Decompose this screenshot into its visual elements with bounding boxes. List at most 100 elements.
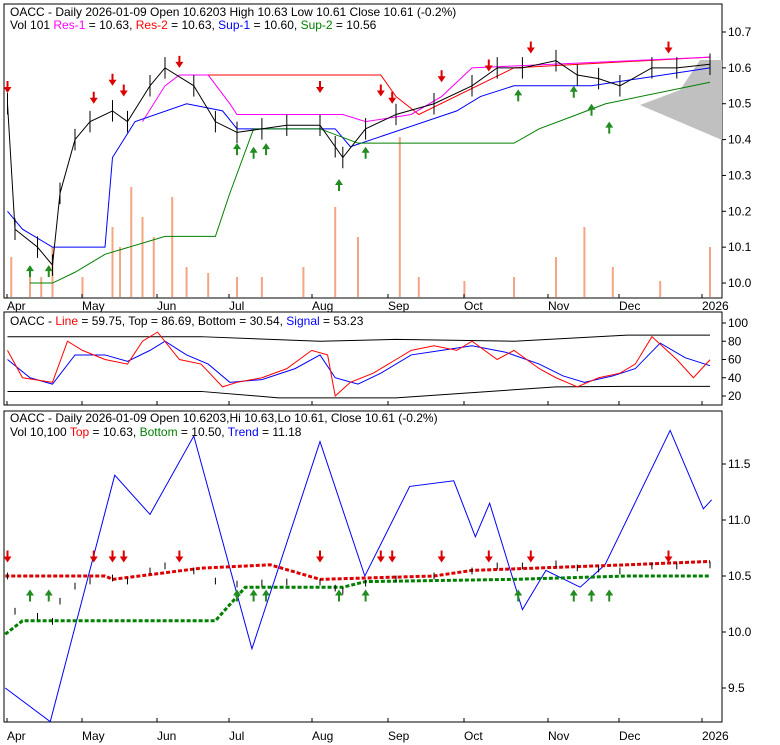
res2-label: Res-2 — [136, 18, 168, 32]
up-arrow-icon — [335, 589, 343, 602]
down-arrow-icon — [108, 550, 117, 563]
volume-bar — [40, 277, 43, 297]
x-tick-label: Oct — [464, 299, 483, 313]
down-arrow-icon — [664, 550, 673, 563]
trend-header-line2: Vol 10,100 Top = 10.63, Bottom = 10.50, … — [10, 425, 302, 439]
x-tick-label: Jun — [157, 299, 176, 313]
y-tick-label: 10.4 — [728, 133, 752, 147]
res1-line — [142, 56, 711, 123]
down-arrow-icon — [108, 73, 117, 86]
oscillator-header: OACC - Line = 59.75, Top = 86.69, Bottom… — [10, 314, 364, 328]
sup1-value: = 10.60, — [250, 18, 300, 32]
y-tick-label: 10.5 — [728, 97, 752, 111]
volume-bar — [555, 257, 557, 297]
up-arrow-icon — [569, 85, 578, 98]
volume-bar — [111, 227, 114, 297]
volume-bar — [130, 187, 133, 297]
volume-bar — [141, 217, 144, 297]
up-arrow-icon — [335, 179, 343, 192]
down-arrow-icon — [316, 550, 324, 563]
volume-bar — [207, 273, 210, 297]
chart-canvas: 10.7 10.6 10.5 10.4 10.3 10.2 10.1 10.0 Apr May Ju… — [3, 3, 752, 743]
volume-bar — [398, 137, 401, 297]
up-arrow-icon — [605, 589, 614, 602]
vol-text: Vol 101 — [10, 18, 53, 32]
volume-bar — [236, 277, 238, 297]
y-tick-label: 40 — [728, 371, 742, 385]
x-tick-label: Apr — [7, 729, 26, 743]
y-tick-label: 11.5 — [728, 457, 751, 471]
price-header-line2: Vol 101 Res-1 = 10.63, Res-2 = 10.63, Su… — [10, 18, 377, 32]
up-arrow-icon — [26, 265, 34, 278]
trend-trend-label: Trend — [228, 425, 259, 439]
price-header-line1: OACC - Daily 2026-01-09 Open 10.6203 Hig… — [10, 5, 456, 19]
down-arrow-icon — [376, 84, 385, 97]
volume-bar — [334, 207, 337, 297]
x-tick-label: Aug — [312, 299, 333, 313]
y-tick-label: 10.0 — [728, 625, 752, 639]
volume-bar — [152, 237, 155, 297]
res2-value: = 10.63, — [168, 18, 218, 32]
down-arrow-icon — [484, 550, 493, 563]
sup2-value: = 10.56 — [333, 18, 377, 32]
x-tick-label: May — [82, 729, 105, 743]
osc-line-value: = 59.75, Top = 86.69, Bottom = 30.54, — [78, 314, 286, 328]
up-arrow-icon — [605, 121, 614, 134]
osc-line-label: Line — [55, 314, 78, 328]
volume-bar — [583, 227, 586, 297]
up-arrow-icon — [361, 146, 370, 159]
volume-bar — [659, 281, 662, 297]
down-arrow-icon — [388, 91, 397, 104]
x-tick-label: Aug — [312, 729, 333, 743]
x-tick-label: 2026 — [702, 299, 729, 313]
x-tick-label: Dec — [619, 299, 640, 313]
sup2-label: Sup-2 — [301, 18, 333, 32]
y-tick-label: 60 — [728, 353, 742, 367]
y-tick-label: 20 — [728, 389, 742, 403]
x-tick-label: Oct — [464, 729, 483, 743]
osc-signal-line — [7, 340, 711, 385]
down-arrow-icon — [376, 550, 385, 563]
down-arrow-icon — [388, 550, 397, 563]
volume-bar — [260, 277, 263, 297]
volume-bar — [357, 237, 359, 297]
x-tick-label: Nov — [548, 299, 569, 313]
res2-line — [186, 56, 711, 116]
up-arrow-icon — [514, 89, 523, 102]
volume-bar — [302, 267, 305, 297]
y-tick-label: 10.0 — [728, 276, 752, 290]
sup1-line — [7, 67, 711, 248]
x-tick-label: 2026 — [702, 729, 729, 743]
x-tick-label: Jul — [229, 299, 244, 313]
down-arrow-icon — [175, 55, 184, 68]
x-tick-label: Sep — [388, 729, 410, 743]
up-arrow-icon — [262, 589, 271, 602]
volume-bar — [171, 197, 174, 297]
volume-bar — [417, 277, 420, 297]
up-arrow-icon — [587, 103, 596, 116]
up-arrow-icon — [587, 589, 596, 602]
up-arrow-icon — [569, 589, 578, 602]
y-tick-label: 10.2 — [728, 204, 752, 218]
stock-chart: 10.7 10.6 10.5 10.4 10.3 10.2 10.1 10.0 Apr May Ju… — [0, 0, 780, 745]
trend-header-line1: OACC - Daily 2026-01-09 Open 10.6203,Hi … — [10, 411, 438, 425]
y-tick-label: 11.0 — [728, 513, 751, 527]
y-tick-label: 10.7 — [728, 25, 752, 39]
volume-bar — [611, 267, 614, 297]
volume-bar — [185, 267, 188, 297]
trend-vol: Vol 10,100 — [10, 425, 70, 439]
down-arrow-icon — [3, 550, 12, 563]
up-arrow-icon — [514, 589, 523, 602]
up-arrow-icon — [262, 143, 271, 156]
trend-top-value: = 10.63, — [89, 425, 139, 439]
x-tick-label: Sep — [388, 299, 410, 313]
up-arrow-icon — [361, 589, 370, 602]
down-arrow-icon — [526, 41, 535, 54]
down-arrow-icon — [119, 84, 128, 97]
res1-label: Res-1 — [53, 18, 85, 32]
sup1-label: Sup-1 — [218, 18, 250, 32]
trend-bottom-label: Bottom — [140, 425, 178, 439]
osc-bottom-line — [7, 385, 710, 399]
osc-signal-label: Signal — [286, 314, 319, 328]
volume-bar — [119, 247, 121, 297]
